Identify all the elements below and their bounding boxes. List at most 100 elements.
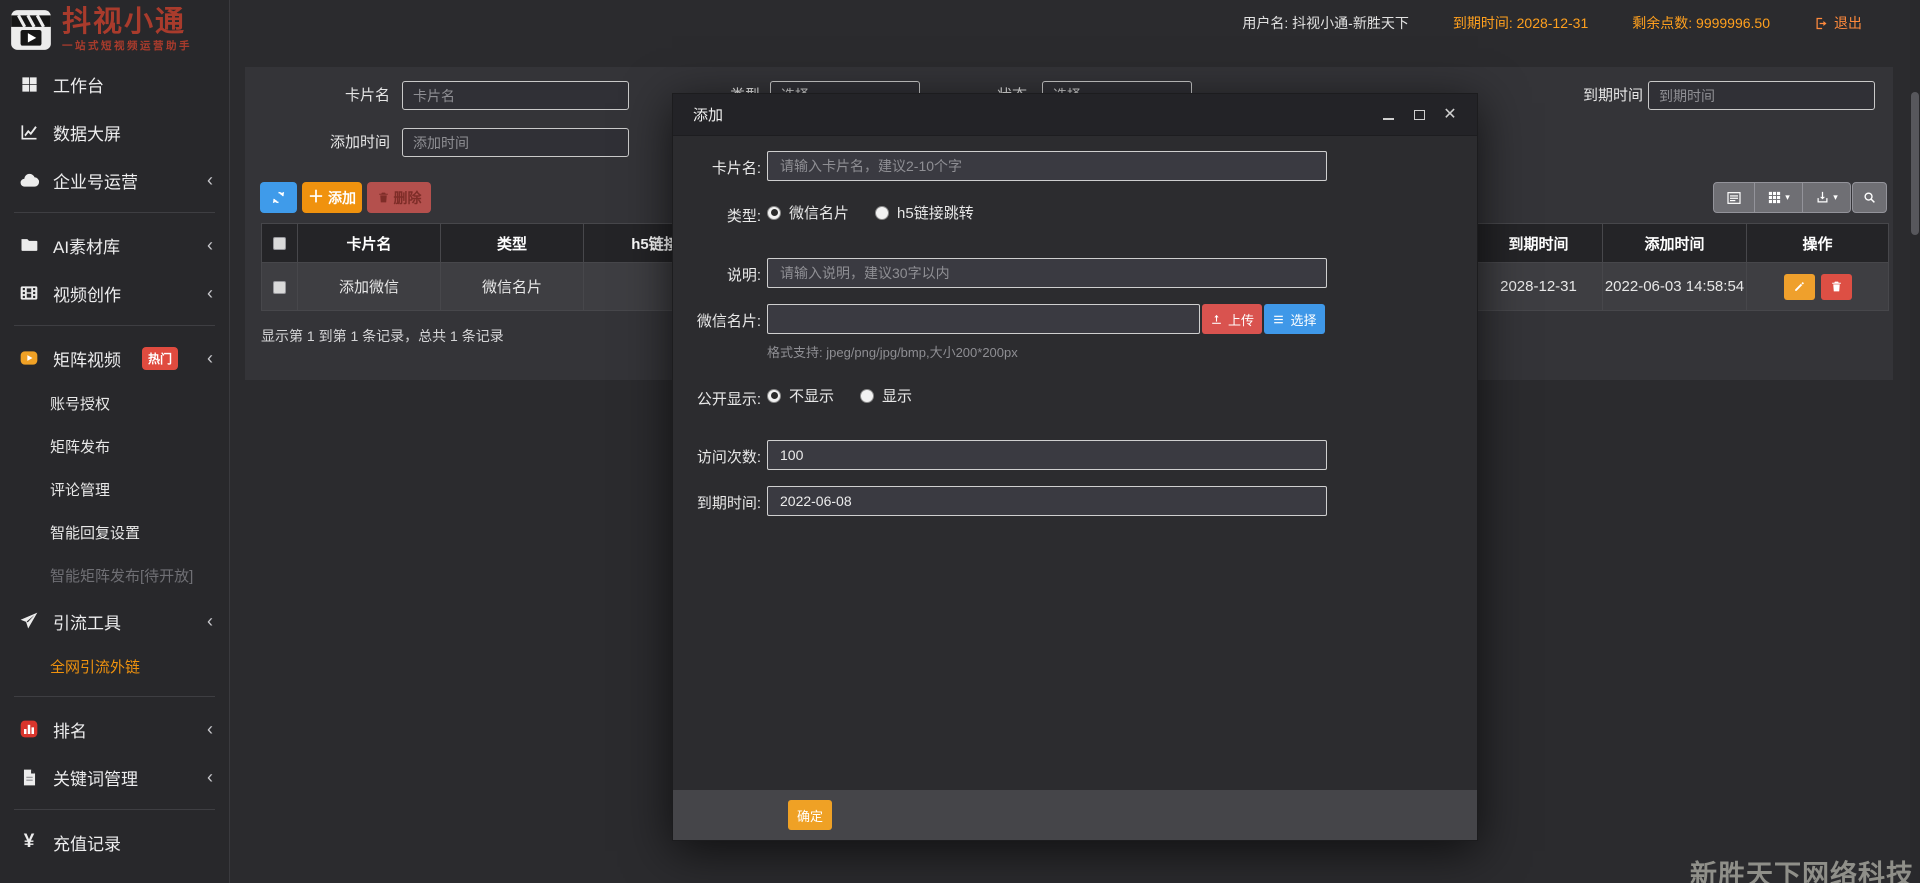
dialog-header[interactable]: 添加 ✕ bbox=[673, 94, 1477, 136]
topbar: 用户名: 抖视小通-新胜天下 到期时间: 2028-12-31 剩余点数: 99… bbox=[230, 0, 1920, 46]
sidebar-item-ai-library[interactable]: AI素材库 ‹ bbox=[0, 221, 229, 269]
topbar-expire: 到期时间: 2028-12-31 bbox=[1453, 13, 1588, 33]
maximize-icon bbox=[1414, 110, 1425, 120]
upload-button[interactable]: 上传 bbox=[1202, 304, 1262, 334]
radio-selected-icon bbox=[767, 389, 781, 403]
select-all-checkbox[interactable] bbox=[273, 237, 286, 250]
logout-button[interactable]: 退出 bbox=[1814, 13, 1862, 33]
cloud-icon bbox=[18, 170, 40, 191]
sidebar-subitem-external-links[interactable]: 全网引流外链 bbox=[0, 645, 229, 688]
sidebar-subitem-label: 评论管理 bbox=[50, 479, 110, 500]
sidebar-subitem-comment-manage[interactable]: 评论管理 bbox=[0, 468, 229, 511]
sidebar-item-data-screen[interactable]: 数据大屏 bbox=[0, 108, 229, 156]
sidebar-divider bbox=[14, 809, 215, 810]
search-button[interactable] bbox=[1852, 182, 1887, 213]
dialog-footer: 确定 bbox=[673, 790, 1477, 840]
visits-input[interactable] bbox=[767, 440, 1327, 470]
export-button[interactable]: ▾ bbox=[1803, 182, 1851, 213]
logout-label: 退出 bbox=[1834, 13, 1862, 33]
grid-icon bbox=[1767, 190, 1782, 205]
sidebar-item-matrix-video[interactable]: 矩阵视频 热门 ‹ bbox=[0, 334, 229, 382]
public-display-label: 公开显示: bbox=[673, 388, 761, 409]
sidebar-item-ranking[interactable]: 排名 ‹ bbox=[0, 705, 229, 753]
sidebar-subitem-label: 智能回复设置 bbox=[50, 522, 140, 543]
visits-label: 访问次数: bbox=[673, 446, 761, 467]
filter-expire-input[interactable] bbox=[1648, 81, 1875, 110]
cell-actions bbox=[1747, 263, 1889, 311]
sidebar-subitem-matrix-publish[interactable]: 矩阵发布 bbox=[0, 425, 229, 468]
scrollbar-track[interactable] bbox=[1910, 0, 1920, 883]
row-delete-button[interactable] bbox=[1821, 274, 1852, 300]
sidebar-subitem-label: 矩阵发布 bbox=[50, 436, 110, 457]
sidebar-subitem-smart-matrix: 智能矩阵发布[待开放] bbox=[0, 554, 229, 597]
public-radio-hide[interactable]: 不显示 bbox=[767, 385, 834, 406]
delete-button[interactable]: 删除 bbox=[367, 182, 431, 213]
radio-label: 不显示 bbox=[789, 385, 834, 406]
type-label: 类型: bbox=[673, 205, 761, 226]
chevron-left-icon: ‹ bbox=[207, 171, 213, 189]
paper-plane-icon bbox=[18, 611, 40, 631]
minimize-icon bbox=[1383, 118, 1394, 120]
row-edit-button[interactable] bbox=[1784, 274, 1815, 300]
filter-add-time-input[interactable] bbox=[402, 128, 629, 157]
radio-selected-icon bbox=[767, 206, 781, 220]
sidebar-subitem-label: 智能矩阵发布[待开放] bbox=[50, 565, 193, 586]
sidebar-item-label: AI素材库 bbox=[53, 233, 120, 258]
type-radio-h5-link[interactable]: h5链接跳转 bbox=[875, 202, 974, 223]
sidebar-subitem-account-auth[interactable]: 账号授权 bbox=[0, 382, 229, 425]
row-checkbox[interactable] bbox=[273, 281, 286, 294]
filter-card-name-input[interactable] bbox=[402, 81, 629, 110]
minimize-button[interactable] bbox=[1381, 108, 1395, 122]
caret-down-icon: ▾ bbox=[1833, 192, 1838, 203]
radio-label: h5链接跳转 bbox=[897, 202, 974, 223]
maximize-button[interactable] bbox=[1412, 108, 1426, 122]
close-button[interactable]: ✕ bbox=[1443, 108, 1457, 122]
add-button[interactable]: ＋添加 bbox=[302, 182, 362, 213]
choose-button-label: 选择 bbox=[1290, 310, 1316, 329]
sidebar-subitem-label: 全网引流外链 bbox=[50, 656, 140, 677]
radio-label: 微信名片 bbox=[789, 202, 849, 223]
chevron-left-icon: ‹ bbox=[207, 612, 213, 630]
chart-line-icon bbox=[18, 122, 40, 142]
scrollbar-thumb[interactable] bbox=[1911, 92, 1919, 235]
hot-badge: 热门 bbox=[142, 347, 178, 370]
sidebar-divider bbox=[14, 325, 215, 326]
sidebar-item-keyword-manage[interactable]: 关键词管理 ‹ bbox=[0, 753, 229, 801]
sidebar-item-label: 排名 bbox=[53, 717, 87, 742]
trash-icon bbox=[377, 191, 390, 204]
sidebar-subitem-smart-reply[interactable]: 智能回复设置 bbox=[0, 511, 229, 554]
col-expire: 到期时间 bbox=[1475, 224, 1603, 263]
refresh-button[interactable] bbox=[260, 182, 297, 213]
desc-input[interactable] bbox=[767, 258, 1327, 288]
expire-date-input[interactable] bbox=[767, 486, 1327, 516]
card-name-input[interactable] bbox=[767, 151, 1327, 181]
choose-button[interactable]: 选择 bbox=[1264, 304, 1325, 334]
public-radio-show[interactable]: 显示 bbox=[860, 385, 912, 406]
clapperboard-icon bbox=[8, 7, 54, 53]
type-radio-wechat-card[interactable]: 微信名片 bbox=[767, 202, 849, 223]
detail-view-button[interactable] bbox=[1713, 182, 1755, 213]
cell-added: 2022-06-03 14:58:54 bbox=[1603, 263, 1747, 311]
sidebar-item-video-create[interactable]: 视频创作 ‹ bbox=[0, 269, 229, 317]
add-button-label: 添加 bbox=[328, 188, 356, 208]
sidebar-item-label: 引流工具 bbox=[53, 609, 121, 634]
sidebar-item-workbench[interactable]: 工作台 bbox=[0, 60, 229, 108]
sidebar-divider bbox=[14, 696, 215, 697]
sidebar-item-traffic-tools[interactable]: 引流工具 ‹ bbox=[0, 597, 229, 645]
grid-view-button[interactable]: ▾ bbox=[1755, 182, 1803, 213]
windows-icon bbox=[18, 75, 40, 94]
delete-button-label: 删除 bbox=[394, 188, 422, 208]
col-card-name: 卡片名 bbox=[298, 224, 441, 263]
folder-icon bbox=[18, 235, 40, 255]
sidebar-item-recharge-record[interactable]: ¥ 充值记录 bbox=[0, 818, 229, 866]
sidebar-item-enterprise[interactable]: 企业号运营 ‹ bbox=[0, 156, 229, 204]
plus-icon: ＋ bbox=[308, 190, 324, 206]
topbar-points: 剩余点数: 9999996.50 bbox=[1632, 13, 1770, 33]
brand-logo: 抖视小通 一站式短视频运营助手 bbox=[0, 0, 229, 60]
wechat-card-input[interactable] bbox=[767, 304, 1200, 334]
col-type: 类型 bbox=[441, 224, 584, 263]
confirm-button[interactable]: 确定 bbox=[788, 800, 832, 830]
radio-icon bbox=[860, 389, 874, 403]
filter-add-time-label: 添加时间 bbox=[290, 128, 390, 157]
watermark-text: 新胜天下网络科技 bbox=[1690, 853, 1914, 883]
